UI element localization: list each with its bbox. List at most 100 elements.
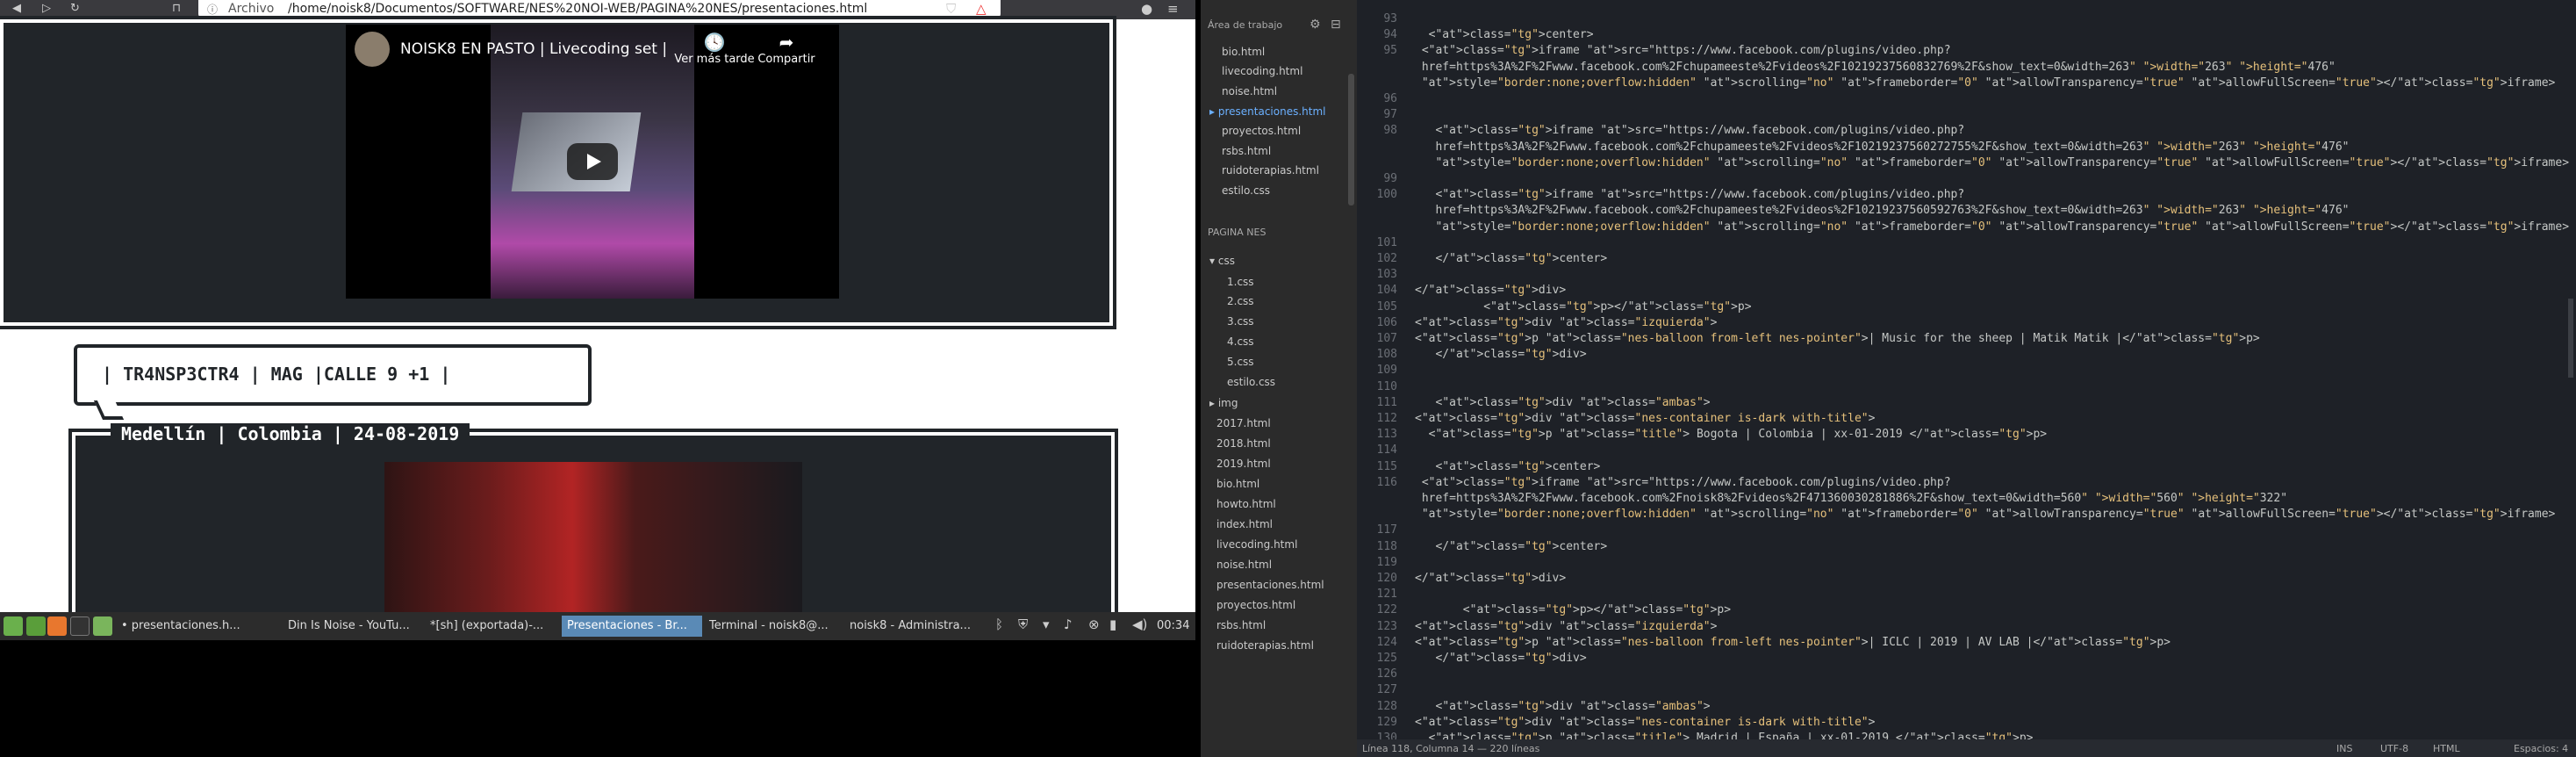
code-line[interactable]: </"at">class="tg">div> (1415, 572, 1566, 585)
file-item[interactable]: proyectos.html (1216, 599, 1295, 611)
shield-icon[interactable]: ⛉ (946, 1, 956, 17)
code-line[interactable]: <"at">class="tg">p></"at">class="tg">p> (1415, 300, 1751, 314)
code-line[interactable]: <"at">class="tg">p></"at">class="tg">p> (1415, 603, 1731, 616)
file-item[interactable]: livecoding.html (1216, 538, 1297, 551)
insert-mode[interactable]: INS (2336, 743, 2352, 754)
address-bar[interactable]: ⓘ Archivo /home/noisk8/Documentos/SOFTWA… (198, 0, 1001, 18)
task-browser[interactable]: Presentaciones - Br... (562, 616, 702, 637)
file-item[interactable]: 1.css (1227, 276, 1254, 288)
code-line[interactable]: <"at">class="tg">iframe "at">src="https:… (1415, 124, 1964, 137)
volume-icon[interactable]: ◀) (1132, 616, 1147, 632)
code-line[interactable]: <"at">class="tg">div "at">class="izquier… (1415, 620, 1717, 633)
code-editor[interactable]: 93 94 <"at">class="tg">center> 95 <"at">cl… (1357, 0, 2576, 745)
gear-icon[interactable]: ⚙ (1310, 18, 1321, 32)
code-line[interactable]: <"at">class="tg">center> (1415, 28, 1594, 41)
task-terminal[interactable]: Terminal - noisk8@... (704, 616, 843, 637)
share-button[interactable]: ➦ Compartir (751, 32, 822, 66)
file-item[interactable]: 2.css (1227, 295, 1254, 307)
code-line[interactable]: <"at">class="tg">p "at">class="nes-ballo… (1415, 636, 2171, 649)
code-line[interactable]: <"at">class="tg">div "at">class="ambas"> (1415, 396, 1710, 409)
split-icon[interactable]: ⊟ (1331, 18, 1341, 32)
file-item[interactable]: 2018.html (1216, 437, 1271, 450)
code-line[interactable]: <"at">class="tg">div "at">class="nes-con… (1415, 412, 1875, 425)
editor-scrollbar[interactable] (2568, 299, 2573, 378)
network-icon[interactable]: ▾ (1043, 616, 1050, 632)
task-drawing[interactable]: *[sh] (exportada)-... (425, 616, 560, 637)
video-thumbnail[interactable] (384, 462, 802, 612)
embedded-video[interactable]: NOISK8 EN PASTO | Livecoding set | 🕓 Ver… (346, 25, 839, 299)
code-line[interactable]: </"at">class="tg">div> (1415, 348, 1586, 361)
url-text[interactable]: /home/noisk8/Documentos/SOFTWARE/NES%20N… (288, 2, 867, 16)
syntax-selector[interactable]: HTML (2433, 743, 2460, 754)
code-line[interactable]: <"at">class="tg">div "at">class="nes-con… (1415, 716, 1875, 729)
warning-icon[interactable]: △ (976, 1, 987, 17)
file-item[interactable]: noise.html (1216, 559, 1272, 571)
browser-launcher-icon[interactable] (47, 616, 67, 636)
file-item[interactable]: 2017.html (1216, 417, 1271, 429)
code-line[interactable]: </"at">class="tg">center> (1415, 540, 1607, 553)
code-line[interactable]: <"at">class="tg">p "at">class="nes-ballo… (1415, 332, 2260, 345)
code-line[interactable]: href=https%3A%2F%2Fwww.facebook.com%2Fch… (1415, 204, 2349, 217)
open-file[interactable]: livecoding.html (1222, 65, 1302, 77)
file-item[interactable]: 3.css (1227, 315, 1254, 328)
folder-css[interactable]: ▾ css (1209, 255, 1235, 267)
play-button[interactable] (567, 143, 618, 180)
file-item[interactable]: 4.css (1227, 335, 1254, 348)
code-line[interactable]: <"at">class="tg">iframe "at">src="https:… (1415, 188, 1964, 201)
indentation-selector[interactable]: Espacios: 4 (2514, 743, 2568, 754)
code-line[interactable]: href=https%3A%2F%2Fwww.facebook.com%2Fno… (1415, 492, 2287, 505)
code-line[interactable]: </"at">class="tg">div> (1415, 284, 1566, 297)
bluetooth-icon[interactable]: ᛒ (995, 616, 1003, 632)
video-title[interactable]: NOISK8 EN PASTO | Livecoding set | (400, 40, 667, 58)
back-arrow-icon[interactable]: ◀ (12, 2, 21, 15)
project-label[interactable]: PAGINA NES (1208, 227, 1266, 238)
forward-arrow-icon[interactable]: ▷ (42, 2, 51, 15)
reload-icon[interactable]: ↻ (70, 2, 80, 15)
open-file[interactable]: bio.html (1222, 46, 1265, 58)
task-youtube[interactable]: Din Is Noise - YouTu... (283, 616, 423, 637)
encoding-selector[interactable]: UTF-8 (2380, 743, 2408, 754)
channel-avatar[interactable] (355, 32, 390, 67)
open-file[interactable]: estilo.css (1222, 184, 1270, 197)
file-item[interactable]: rsbs.html (1216, 619, 1266, 631)
code-line[interactable]: <"at">class="tg">div "at">class="izquier… (1415, 316, 1717, 329)
file-item[interactable]: howto.html (1216, 498, 1276, 510)
sidebar-scrollbar[interactable] (1348, 74, 1354, 205)
code-line[interactable]: "at">style="border:none;overflow:hidden"… (1415, 76, 2556, 90)
file-item[interactable]: estilo.css (1227, 376, 1275, 388)
code-line[interactable]: <"at">class="tg">p "at">class="title"> B… (1415, 428, 2048, 441)
folder-img[interactable]: ▸ img (1209, 397, 1238, 409)
files-launcher-icon[interactable] (93, 616, 112, 636)
file-item[interactable]: 2019.html (1216, 458, 1271, 470)
open-file[interactable]: proyectos.html (1222, 125, 1301, 137)
info-icon[interactable]: ⓘ (207, 2, 218, 17)
shield-icon[interactable]: ⛨ (1018, 616, 1028, 632)
code-line[interactable]: <"at">class="tg">iframe "at">src="https:… (1415, 44, 1951, 57)
file-item[interactable]: 5.css (1227, 356, 1254, 368)
file-item[interactable]: presentaciones.html (1216, 579, 1324, 591)
file-item[interactable]: ruidoterapias.html (1216, 639, 1314, 652)
menu-icon[interactable]: ≡ (1167, 1, 1179, 17)
code-line[interactable]: href=https%3A%2F%2Fwww.facebook.com%2Fch… (1415, 61, 2336, 74)
task-editor[interactable]: • presentaciones.h... (116, 616, 281, 637)
file-item[interactable]: bio.html (1216, 478, 1259, 490)
terminal-launcher-icon[interactable] (70, 616, 90, 636)
watch-later-button[interactable]: 🕓 Ver más tarde (671, 32, 758, 66)
code-line[interactable]: </"at">class="tg">center> (1415, 252, 1607, 265)
code-line[interactable]: <"at">class="tg">div "at">class="ambas"> (1415, 700, 1710, 713)
code-line[interactable]: "at">style="border:none;overflow:hidden"… (1415, 156, 2569, 169)
mint-menu-icon[interactable] (4, 616, 23, 636)
code-line[interactable]: <"at">class="tg">iframe "at">src="https:… (1415, 476, 1951, 489)
file-item[interactable]: index.html (1216, 518, 1273, 530)
open-file-active[interactable]: ▸ presentaciones.html (1209, 105, 1325, 118)
open-file[interactable]: rsbs.html (1222, 145, 1271, 157)
task-file-manager[interactable]: noisk8 - Administra... (844, 616, 985, 637)
mute-icon[interactable]: ⊗ (1088, 616, 1100, 632)
code-line[interactable]: "at">style="border:none;overflow:hidden"… (1415, 220, 2569, 234)
code-line[interactable]: </"at">class="tg">div> (1415, 652, 1586, 665)
avatar-icon[interactable]: ● (1141, 1, 1152, 17)
desktop-icon[interactable] (26, 616, 46, 636)
battery-icon[interactable]: ▮ (1109, 616, 1116, 632)
code-line[interactable]: "at">style="border:none;overflow:hidden"… (1415, 508, 2556, 521)
code-line[interactable]: href=https%3A%2F%2Fwww.facebook.com%2Fch… (1415, 141, 2349, 154)
